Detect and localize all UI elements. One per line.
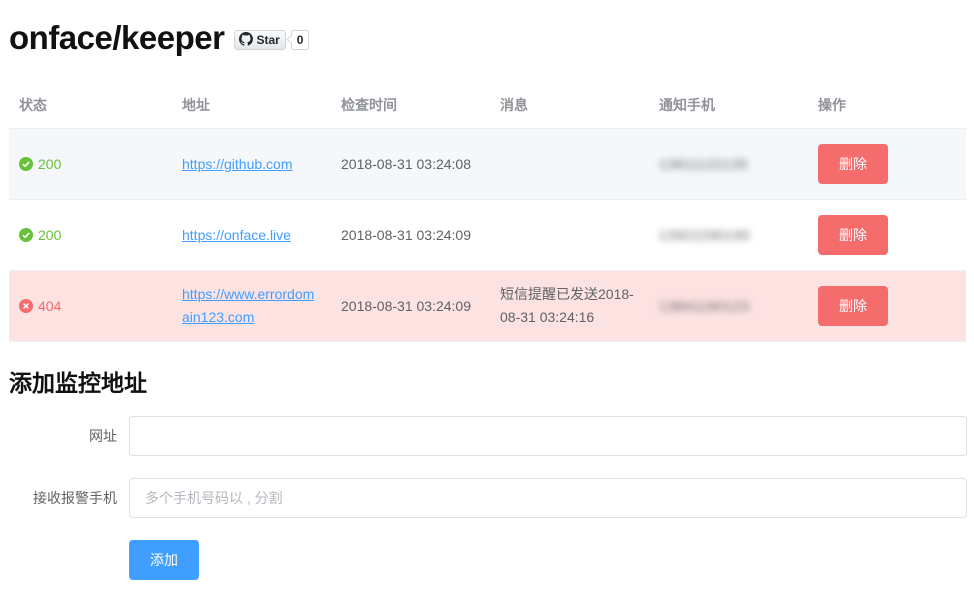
url-label: 网址 <box>89 428 117 444</box>
status-cell: 200 <box>9 199 172 271</box>
monitor-table: 状态 地址 检查时间 消息 通知手机 操作 200 https://github… <box>9 82 966 342</box>
status-cell: 404 <box>9 270 172 342</box>
column-header-check-time: 检查时间 <box>331 82 490 129</box>
page-title: onface/keeper <box>9 19 225 56</box>
status-badge: 200 <box>19 224 162 247</box>
page-header: onface/keeper Star 0 <box>9 16 310 60</box>
github-star-label: Star <box>256 33 280 47</box>
message-cell: 短信提醒已发送2018-08-31 03:24:16 <box>490 270 649 342</box>
add-button[interactable]: 添加 <box>129 540 199 580</box>
phone-cell: 13841190123 <box>649 270 808 342</box>
github-icon <box>239 31 256 49</box>
status-code: 200 <box>38 155 62 172</box>
status-badge: 200 <box>19 153 162 176</box>
delete-button[interactable]: 删除 <box>818 286 888 326</box>
phone-number: 13922290190 <box>659 226 751 243</box>
add-monitor-heading: 添加监控地址 <box>9 370 147 396</box>
column-header-phone: 通知手机 <box>649 82 808 129</box>
phone-label: 接收报警手机 <box>33 490 117 506</box>
phone-cell: 13922290190 <box>649 199 808 271</box>
close-circle-icon <box>19 299 33 313</box>
delete-button[interactable]: 删除 <box>818 215 888 255</box>
column-header-status: 状态 <box>9 82 172 129</box>
phone-number: 13811122135 <box>659 155 749 172</box>
url-cell: https://www.errordomain123.com <box>172 270 331 342</box>
url-link[interactable]: https://onface.live <box>182 227 291 243</box>
check-time-cell: 2018-08-31 03:24:09 <box>331 199 490 271</box>
check-time-cell: 2018-08-31 03:24:09 <box>331 270 490 342</box>
url-cell: https://github.com <box>172 128 331 200</box>
github-star-button[interactable]: Star <box>234 30 286 50</box>
status-badge: 404 <box>19 295 162 318</box>
url-link[interactable]: https://www.errordomain123.com <box>182 286 314 325</box>
github-star-count[interactable]: 0 <box>290 30 310 50</box>
delete-button[interactable]: 删除 <box>818 144 888 184</box>
column-header-url: 地址 <box>172 82 331 129</box>
status-code: 200 <box>38 226 62 243</box>
url-cell: https://onface.live <box>172 199 331 271</box>
action-cell: 删除 <box>808 128 966 200</box>
url-link[interactable]: https://github.com <box>182 156 293 172</box>
url-form-row: 网址 <box>9 416 967 456</box>
status-cell: 200 <box>9 128 172 200</box>
phone-cell: 13811122135 <box>649 128 808 200</box>
table-header-row: 状态 地址 检查时间 消息 通知手机 操作 <box>9 82 966 129</box>
url-input[interactable] <box>129 416 967 456</box>
phone-number: 13841190123 <box>659 297 750 314</box>
check-circle-icon <box>19 228 33 242</box>
action-cell: 删除 <box>808 270 966 342</box>
table-row[interactable]: 404 https://www.errordomain123.com 2018-… <box>9 270 966 342</box>
action-cell: 删除 <box>808 199 966 271</box>
phone-input[interactable] <box>129 478 967 518</box>
column-header-message: 消息 <box>490 82 649 129</box>
github-star-widget: Star 0 <box>234 30 310 50</box>
table-row[interactable]: 200 https://github.com 2018-08-31 03:24:… <box>9 128 966 200</box>
column-header-action: 操作 <box>808 82 966 129</box>
phone-form-row: 接收报警手机 <box>9 478 967 518</box>
check-circle-icon <box>19 157 33 171</box>
table-row[interactable]: 200 https://onface.live 2018-08-31 03:24… <box>9 199 966 271</box>
check-time-cell: 2018-08-31 03:24:08 <box>331 128 490 200</box>
status-code: 404 <box>38 297 62 314</box>
message-cell <box>490 199 649 271</box>
message-cell <box>490 128 649 200</box>
